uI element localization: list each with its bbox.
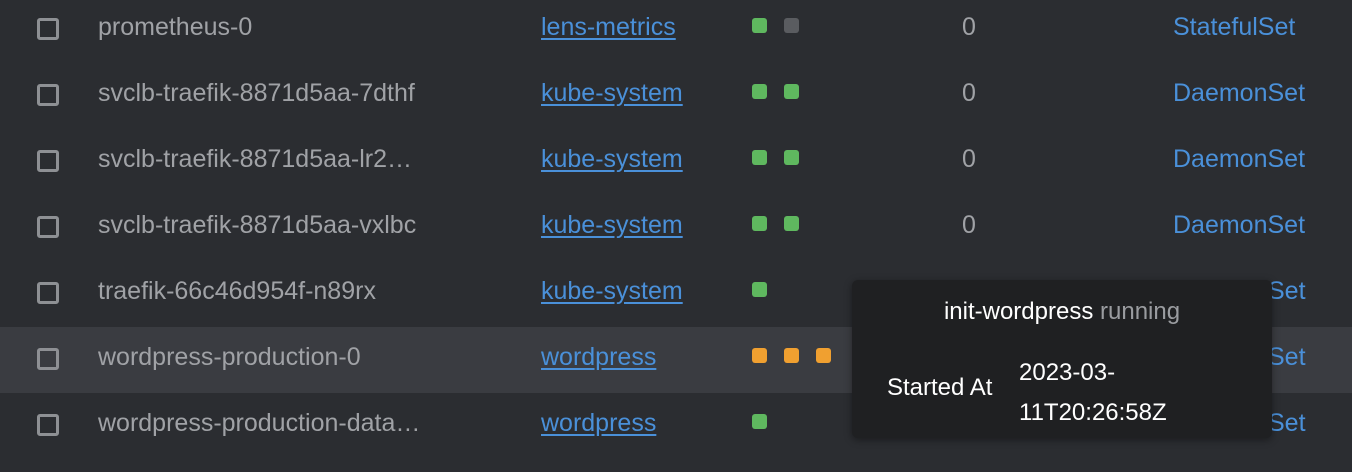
table-row[interactable]: svclb-traefik-8871d5aa-lr2… kube-system 0 D…: [0, 129, 1352, 195]
container-status-unknown-icon[interactable]: [784, 18, 799, 33]
table-row[interactable]: prometheus-0 lens-metrics 0 StatefulSet: [0, 0, 1352, 63]
container-status-running-icon[interactable]: [752, 282, 767, 297]
pod-name: wordpress-production-0: [98, 343, 361, 371]
container-status-running-icon[interactable]: [752, 216, 767, 231]
table-row[interactable]: svclb-traefik-8871d5aa-7dthf kube-system 0…: [0, 63, 1352, 129]
pod-namespace-link[interactable]: kube-system: [541, 195, 683, 261]
tooltip-started-value-line2: 11T20:26:58Z: [1019, 399, 1167, 426]
row-checkbox[interactable]: [37, 84, 59, 106]
row-checkbox[interactable]: [37, 348, 59, 370]
pod-controlled-by-link[interactable]: DaemonSet: [1173, 195, 1305, 261]
pod-name: svclb-traefik-8871d5aa-lr2…: [98, 145, 413, 173]
pod-namespace-link[interactable]: lens-metrics: [541, 0, 676, 63]
pod-namespace-link[interactable]: wordpress: [541, 393, 656, 459]
pod-namespace-link[interactable]: kube-system: [541, 63, 683, 129]
container-status-running-icon[interactable]: [784, 150, 799, 165]
pod-controlled-by-link[interactable]: DaemonSet: [1173, 129, 1305, 195]
container-status-running-icon[interactable]: [752, 150, 767, 165]
container-status-waiting-icon[interactable]: [752, 348, 767, 363]
container-status-waiting-icon[interactable]: [784, 348, 799, 363]
pod-name: traefik-66c46d954f-n89rx: [98, 277, 376, 305]
pod-namespace-link[interactable]: wordpress: [541, 327, 656, 393]
pod-namespace-link[interactable]: kube-system: [541, 129, 683, 195]
pod-restarts: 0: [962, 79, 976, 107]
pods-table: prometheus-0 lens-metrics 0 StatefulSet svcl…: [0, 0, 1352, 472]
row-checkbox[interactable]: [37, 150, 59, 172]
container-status-running-icon[interactable]: [784, 216, 799, 231]
tooltip-container-name: init-wordpress: [943, 298, 1094, 325]
table-row[interactable]: svclb-traefik-8871d5aa-vxlbc kube-system 0…: [0, 195, 1352, 261]
tooltip-container-state: running: [1100, 298, 1181, 325]
row-checkbox[interactable]: [37, 414, 59, 436]
container-status-running-icon[interactable]: [752, 84, 767, 99]
container-status-waiting-icon[interactable]: [816, 348, 831, 363]
tooltip-started-value: 2023-03- 11T20:26:58Z: [1019, 353, 1219, 433]
pod-name: svclb-traefik-8871d5aa-vxlbc: [98, 211, 417, 239]
container-status-running-icon[interactable]: [752, 18, 767, 33]
container-status-running-icon[interactable]: [752, 414, 767, 429]
tooltip-started-label: Started At: [887, 374, 993, 401]
container-status-tooltip: init-wordpress running Started At 2023-0…: [852, 280, 1272, 438]
row-checkbox[interactable]: [37, 216, 59, 238]
pod-controlled-by-link[interactable]: StatefulSet: [1173, 0, 1295, 63]
pod-restarts: 0: [962, 211, 976, 239]
tooltip-started-value-line1: 2023-03-: [1019, 359, 1116, 386]
pod-name: prometheus-0: [98, 13, 253, 41]
row-checkbox[interactable]: [37, 282, 59, 304]
pod-controlled-by-link[interactable]: DaemonSet: [1173, 63, 1305, 129]
row-checkbox[interactable]: [37, 18, 59, 40]
pod-restarts: 0: [962, 13, 976, 41]
pod-controlled-by-link[interactable]: Set: [1268, 393, 1306, 459]
tooltip-header: init-wordpress running: [852, 298, 1272, 326]
pod-namespace-link[interactable]: kube-system: [541, 261, 683, 327]
pod-restarts: 0: [962, 145, 976, 173]
pod-controlled-by-link[interactable]: Set: [1268, 327, 1306, 393]
container-status-running-icon[interactable]: [784, 84, 799, 99]
pod-controlled-by-link[interactable]: Set: [1268, 261, 1306, 327]
pod-name: wordpress-production-data…: [98, 409, 421, 437]
pod-name: svclb-traefik-8871d5aa-7dthf: [98, 79, 415, 107]
